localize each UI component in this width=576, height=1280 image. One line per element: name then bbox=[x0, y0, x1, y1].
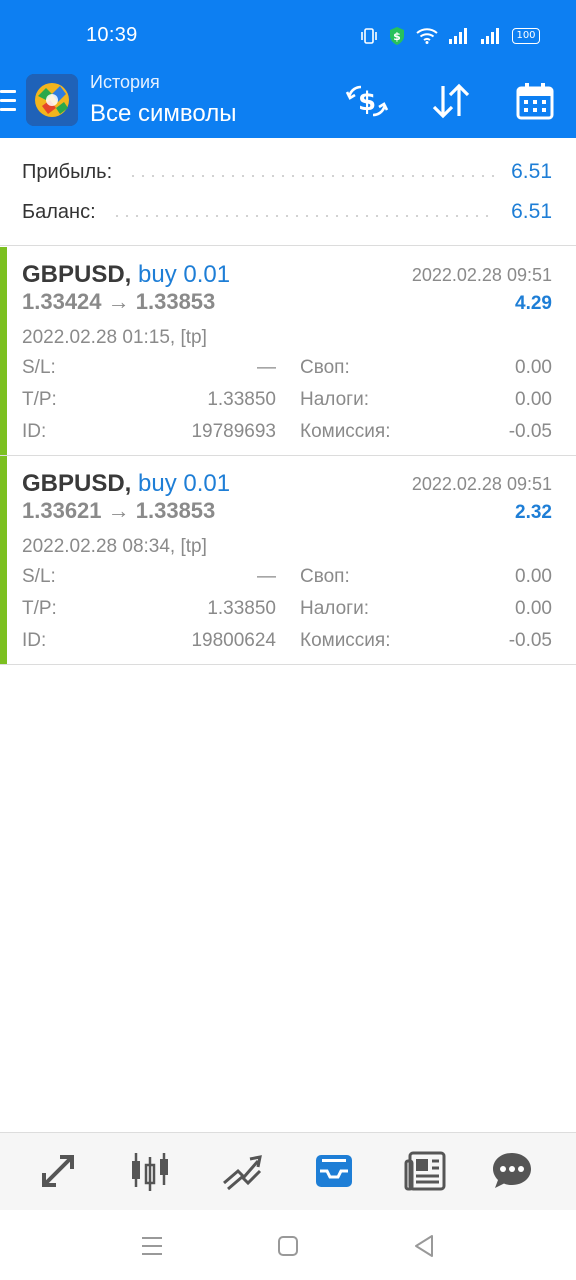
id-value: 19789693 bbox=[191, 421, 276, 442]
detail-row-id: ID: 19800624 Комиссия: -0.05 bbox=[22, 630, 552, 660]
calendar-icon[interactable] bbox=[512, 78, 558, 124]
id-label: ID: bbox=[22, 421, 47, 442]
vibrate-icon bbox=[360, 28, 378, 44]
swap-value: 0.00 bbox=[515, 357, 552, 378]
dotted-leader bbox=[128, 175, 496, 177]
commission-label: Комиссия: bbox=[300, 630, 391, 651]
shield-dollar-icon: $ bbox=[388, 26, 406, 46]
detail-row-id: ID: 19789693 Комиссия: -0.05 bbox=[22, 421, 552, 451]
tp-value: 1.33850 bbox=[207, 389, 276, 410]
trade-icon[interactable] bbox=[218, 1147, 266, 1195]
sort-icon[interactable] bbox=[428, 78, 474, 124]
menu-icon[interactable] bbox=[0, 90, 16, 114]
id-label: ID: bbox=[22, 630, 47, 651]
deal-item[interactable]: GBPUSD, buy 0.01 2022.02.28 09:51 1.3362… bbox=[0, 456, 576, 665]
dotted-leader bbox=[111, 215, 496, 217]
deal-prices: 1.33621 → 1.33853 bbox=[22, 498, 216, 523]
profit-label: Прибыль: bbox=[22, 160, 113, 183]
deal-open-info: 2022.02.28 01:15, [tp] bbox=[22, 327, 207, 348]
status-bar: 10:39 $ 100 bbox=[0, 0, 576, 68]
deal-type: buy 0.01 bbox=[138, 470, 231, 497]
balance-label: Баланс: bbox=[22, 200, 96, 223]
app-logo[interactable] bbox=[26, 74, 78, 126]
deal-open-info: 2022.02.28 08:34, [tp] bbox=[22, 536, 207, 557]
taxes-value: 0.00 bbox=[515, 389, 552, 410]
tp-value: 1.33850 bbox=[207, 598, 276, 619]
sl-label: S/L: bbox=[22, 357, 56, 378]
deal-close-time: 2022.02.28 09:51 bbox=[411, 474, 552, 494]
buy-indicator-bar bbox=[0, 456, 7, 664]
bottom-nav bbox=[0, 1132, 576, 1210]
swap-label: Своп: bbox=[300, 566, 350, 587]
detail-row-sl: S/L: — Своп: 0.00 bbox=[22, 566, 552, 596]
deal-profit: 2.32 bbox=[515, 502, 552, 523]
recent-apps-icon[interactable] bbox=[138, 1232, 166, 1260]
taxes-value: 0.00 bbox=[515, 598, 552, 619]
buy-indicator-bar bbox=[0, 247, 7, 455]
deal-type: buy 0.01 bbox=[138, 261, 231, 288]
wifi-icon bbox=[416, 28, 438, 44]
sl-value: — bbox=[257, 566, 276, 587]
swap-value: 0.00 bbox=[515, 566, 552, 587]
history-icon[interactable] bbox=[310, 1147, 358, 1195]
home-icon[interactable] bbox=[274, 1232, 302, 1260]
detail-row-sl: S/L: — Своп: 0.00 bbox=[22, 357, 552, 387]
taxes-label: Налоги: bbox=[300, 389, 369, 410]
quotes-icon[interactable] bbox=[34, 1147, 82, 1195]
detail-row-tp: T/P: 1.33850 Налоги: 0.00 bbox=[22, 598, 552, 628]
header-subtitle: История bbox=[90, 72, 160, 92]
sl-value: — bbox=[257, 357, 276, 378]
signal-icon-2 bbox=[480, 28, 502, 44]
detail-row-tp: T/P: 1.33850 Налоги: 0.00 bbox=[22, 389, 552, 419]
sl-label: S/L: bbox=[22, 566, 56, 587]
id-value: 19800624 bbox=[191, 630, 276, 651]
currency-exchange-icon[interactable]: $ bbox=[344, 78, 390, 124]
tp-label: T/P: bbox=[22, 598, 57, 619]
deal-close-time: 2022.02.28 09:51 bbox=[411, 265, 552, 285]
app-header: История Все символы $ bbox=[0, 68, 576, 138]
news-icon[interactable] bbox=[402, 1147, 450, 1195]
history-summary: Прибыль: 6.51 Баланс: 6.51 bbox=[0, 138, 576, 246]
deal-symbol: GBPUSD, buy 0.01 bbox=[22, 261, 231, 288]
header-title[interactable]: Все символы bbox=[90, 100, 236, 128]
deal-profit: 4.29 bbox=[515, 293, 552, 314]
signal-icon-1 bbox=[448, 28, 470, 44]
status-time: 10:39 bbox=[86, 24, 138, 46]
status-icons: $ 100 bbox=[360, 26, 540, 46]
chat-icon[interactable] bbox=[488, 1147, 536, 1195]
deal-prices: 1.33424 → 1.33853 bbox=[22, 289, 216, 314]
system-nav-bar bbox=[0, 1210, 576, 1280]
profit-value: 6.51 bbox=[511, 160, 552, 183]
deal-item[interactable]: GBPUSD, buy 0.01 2022.02.28 09:51 1.3342… bbox=[0, 247, 576, 456]
commission-value: -0.05 bbox=[508, 630, 552, 651]
taxes-label: Налоги: bbox=[300, 598, 369, 619]
profit-row: Прибыль: 6.51 bbox=[22, 152, 552, 192]
svg-text:$: $ bbox=[393, 30, 401, 43]
chart-icon[interactable] bbox=[126, 1147, 174, 1195]
swap-label: Своп: bbox=[300, 357, 350, 378]
commission-value: -0.05 bbox=[508, 421, 552, 442]
back-icon[interactable] bbox=[410, 1232, 438, 1260]
tp-label: T/P: bbox=[22, 389, 57, 410]
commission-label: Комиссия: bbox=[300, 421, 391, 442]
deal-symbol: GBPUSD, buy 0.01 bbox=[22, 470, 231, 497]
svg-text:$: $ bbox=[358, 87, 376, 117]
balance-row: Баланс: 6.51 bbox=[22, 192, 552, 232]
balance-value: 6.51 bbox=[511, 200, 552, 223]
battery-icon: 100 bbox=[512, 28, 540, 44]
